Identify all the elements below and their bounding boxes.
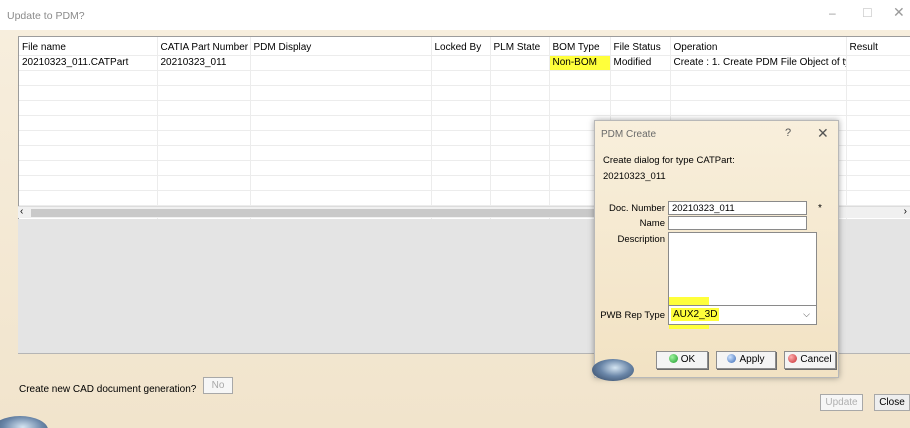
doc-number-field[interactable]: 20210323_011 [668, 201, 807, 215]
ok-label: OK [680, 354, 696, 365]
cell-file-name: 20210323_011.CATPart [19, 55, 158, 71]
apply-label: Apply [739, 354, 765, 365]
pwb-rep-type-value: AUX2_3D [671, 308, 720, 321]
no-button[interactable]: No [203, 377, 233, 394]
scroll-right-icon[interactable]: › [904, 206, 907, 217]
dialog-orb-icon [592, 359, 634, 381]
col-header-operation[interactable]: Operation [670, 37, 847, 56]
cell-file-status: Modified [610, 55, 671, 71]
pdm-create-dialog: PDM Create ? ✕ Create dialog for type CA… [592, 120, 839, 381]
cancel-button[interactable]: Cancel [784, 351, 836, 369]
required-marker: * [818, 203, 822, 214]
help-icon[interactable]: ? [785, 127, 791, 139]
table-header-row: File name CATIA Part Number PDM Display … [19, 37, 910, 56]
dialog-title-bar: PDM Create ? ✕ [595, 121, 838, 145]
dialog-title: PDM Create [601, 129, 657, 140]
title-bar: Update to PDM? – ☐ ✕ [0, 0, 910, 30]
cancel-icon [788, 354, 798, 363]
ok-button[interactable]: OK [656, 351, 708, 369]
scroll-left-icon[interactable]: ‹ [20, 206, 23, 217]
col-header-bom-type[interactable]: BOM Type [549, 37, 611, 56]
dialog-close-icon[interactable]: ✕ [817, 125, 829, 142]
cell-locked-by [431, 55, 491, 71]
table-row[interactable]: 20210323_011.CATPart 20210323_011 Non-BO… [19, 55, 910, 71]
minimize-button[interactable]: – [829, 6, 836, 20]
close-button[interactable]: Close [874, 394, 910, 411]
description-field[interactable] [668, 232, 817, 307]
window-close-button[interactable]: ✕ [893, 4, 905, 21]
col-header-locked-by[interactable]: Locked By [431, 37, 491, 56]
pwb-rep-type-label: PWB Rep Type [600, 310, 665, 321]
apply-button[interactable]: Apply [716, 351, 776, 369]
cell-operation: Create : 1. Create PDM File Object of ty… [670, 55, 847, 71]
dialog-intro-part: 20210323_011 [603, 171, 666, 182]
col-header-file-status[interactable]: File Status [610, 37, 671, 56]
scrollbar-thumb[interactable] [31, 209, 623, 217]
window-title: Update to PDM? [7, 10, 85, 22]
cell-bom-type: Non-BOM [549, 55, 611, 71]
col-header-pdm-display[interactable]: PDM Display [250, 37, 432, 56]
cancel-label: Cancel [800, 354, 832, 365]
name-field[interactable] [668, 216, 807, 230]
apply-icon [727, 354, 737, 363]
update-button[interactable]: Update [820, 394, 863, 411]
cell-catia-part-number: 20210323_011 [157, 55, 251, 71]
col-header-result[interactable]: Result [846, 37, 910, 56]
col-header-file-name[interactable]: File name [19, 37, 158, 56]
doc-number-label: Doc. Number [609, 203, 665, 214]
name-label: Name [639, 218, 665, 229]
cell-result [846, 55, 910, 71]
col-header-plm-state[interactable]: PLM State [490, 37, 550, 56]
cell-pdm-display [250, 55, 432, 71]
create-generation-label: Create new CAD document generation? [19, 384, 197, 395]
table-row-empty [19, 85, 910, 101]
chevron-down-icon[interactable]: ⌵ [803, 309, 810, 320]
description-label: Description [617, 234, 665, 245]
table-row-empty [19, 70, 910, 86]
ok-icon [668, 354, 678, 363]
pwb-rep-type-select[interactable]: AUX2_3D ⌵ [668, 305, 817, 325]
maximize-button[interactable]: ☐ [862, 6, 873, 20]
table-row-empty [19, 100, 910, 116]
col-header-catia-part-number[interactable]: CATIA Part Number [157, 37, 251, 56]
cell-plm-state [490, 55, 550, 71]
dialog-intro-text: Create dialog for type CATPart: [603, 155, 735, 166]
